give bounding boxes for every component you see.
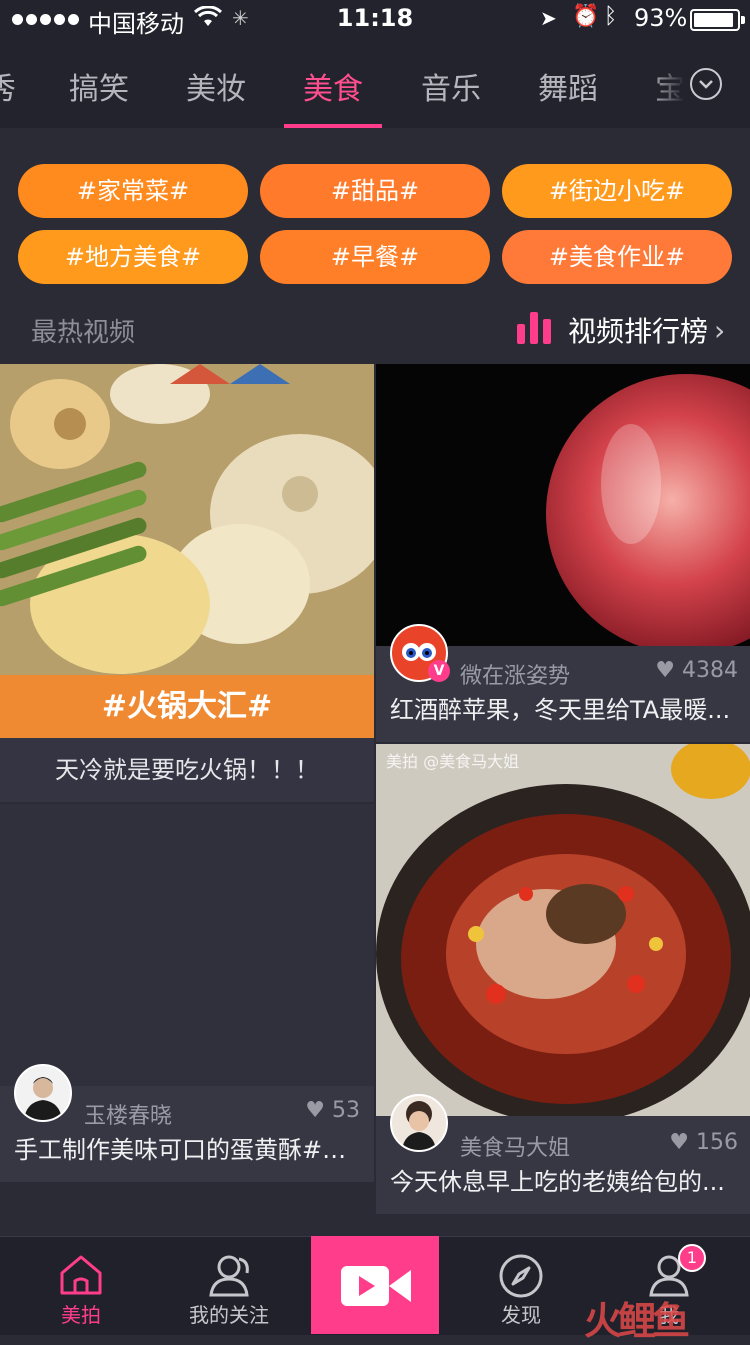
tab-dance[interactable]: 舞蹈 — [538, 64, 598, 108]
nav-follow[interactable]: 我的关注 — [154, 1237, 304, 1335]
tab-music[interactable]: 音乐 — [421, 64, 481, 108]
battery-fill — [694, 13, 733, 27]
username[interactable]: 美食马大姐 — [460, 1130, 570, 1162]
battery-cap — [741, 16, 745, 24]
nav-home-label: 美拍 — [61, 1303, 101, 1327]
verified-badge-icon: V — [428, 660, 450, 682]
chevron-right-icon[interactable]: › — [714, 314, 725, 347]
tab-xiu[interactable]: 秀 — [0, 64, 16, 108]
section-title: 最热视频 — [31, 318, 136, 348]
tag-dessert[interactable]: #甜品# — [260, 164, 490, 218]
alarm-icon: ⏰ — [572, 4, 600, 29]
video-thumbnail[interactable] — [376, 364, 750, 646]
username[interactable]: 微在涨姿势 — [460, 658, 570, 690]
location-icon: ➤ — [540, 6, 557, 30]
heart-icon: ♥ — [305, 1098, 325, 1123]
nav-discover-label: 发现 — [501, 1303, 541, 1327]
tab-makeup[interactable]: 美妆 — [186, 64, 246, 108]
chart-bars-icon[interactable] — [516, 308, 552, 344]
battery-percent: 93% — [634, 4, 688, 32]
tag-food-homework[interactable]: #美食作业# — [502, 230, 732, 284]
avatar[interactable] — [14, 1064, 72, 1122]
like-count: ♥ 156 — [620, 1130, 738, 1155]
topic-thumbnail[interactable] — [0, 364, 374, 675]
bluetooth-icon: ᛒ — [604, 4, 618, 29]
video-description[interactable]: 今天休息早上吃的老姨给包的... — [390, 1162, 738, 1197]
tag-local-food[interactable]: #地方美食# — [18, 230, 248, 284]
like-value: 4384 — [682, 658, 738, 683]
ranking-link[interactable]: 视频排行榜 — [568, 310, 708, 350]
record-video-button[interactable] — [311, 1236, 439, 1334]
tab-funny[interactable]: 搞笑 — [69, 64, 129, 108]
heart-icon: ♥ — [655, 658, 675, 683]
nav-follow-label: 我的关注 — [189, 1303, 269, 1327]
category-tabs: 秀 搞笑 美妆 美食 音乐 舞蹈 宝 — [0, 40, 750, 128]
topic-subtitle: 天冷就是要吃火锅！！！ — [0, 738, 374, 802]
like-count: ♥ 4384 — [620, 658, 738, 683]
heart-icon: ♥ — [669, 1130, 689, 1155]
tag-breakfast[interactable]: #早餐# — [260, 230, 490, 284]
video-thumbnail[interactable] — [376, 744, 750, 1116]
video-description[interactable]: 红酒醉苹果，冬天里给TA最暖... — [390, 690, 738, 725]
home-icon — [58, 1253, 104, 1301]
tag-home-cooking[interactable]: #家常菜# — [18, 164, 248, 218]
users-icon — [201, 1253, 257, 1301]
compass-icon — [498, 1253, 544, 1303]
username[interactable]: 玉楼春晓 — [84, 1098, 172, 1130]
like-value: 156 — [696, 1130, 738, 1155]
video-watermark-text: 美拍 @美食马大姐 — [386, 752, 520, 771]
video-thumbnail[interactable] — [0, 804, 374, 1086]
like-value: 53 — [332, 1098, 360, 1123]
notification-badge: 1 — [678, 1244, 706, 1272]
avatar[interactable] — [390, 1094, 448, 1152]
video-camera-icon — [341, 1266, 411, 1306]
nav-home[interactable]: 美拍 — [6, 1237, 156, 1335]
nav-discover[interactable]: 发现 — [446, 1237, 596, 1335]
topic-banner[interactable]: #火锅大汇# — [0, 675, 374, 738]
chevron-down-icon[interactable] — [690, 68, 722, 100]
like-count: ♥ 53 — [280, 1098, 360, 1123]
tag-street-food[interactable]: #街边小吃# — [502, 164, 732, 218]
tab-food[interactable]: 美食 — [303, 64, 363, 108]
video-description[interactable]: 手工制作美味可口的蛋黄酥#美... — [14, 1130, 364, 1165]
status-bar: 中国移动 ✳ 11:18 ➤ ⏰ ᛒ 93% — [0, 0, 750, 40]
tab-indicator — [284, 124, 382, 128]
watermark-text: 火鲤鱼 — [584, 1299, 690, 1343]
battery-icon — [690, 9, 740, 31]
